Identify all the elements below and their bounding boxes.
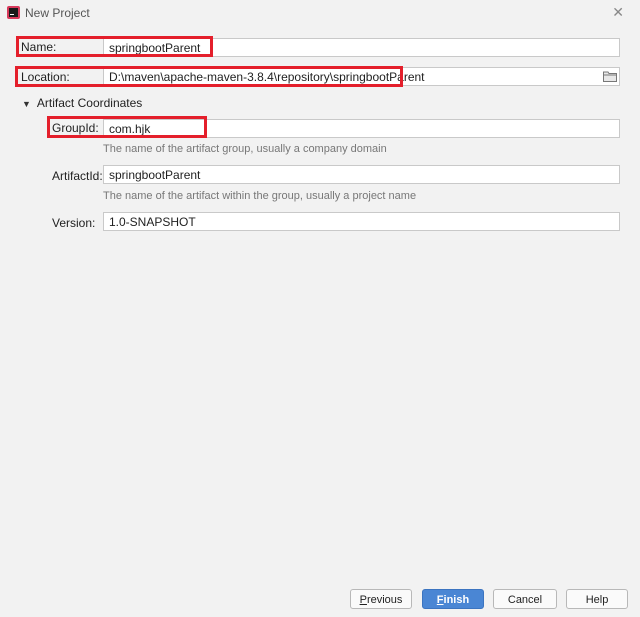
cancel-button[interactable]: Cancel — [493, 589, 557, 609]
artifactid-label: ArtifactId: — [52, 169, 103, 183]
artifactid-input[interactable]: springbootParent — [103, 165, 620, 184]
groupid-input[interactable]: com.hjk — [103, 119, 620, 138]
name-label: Name: — [21, 40, 57, 54]
artifactid-hint: The name of the artifact within the grou… — [103, 190, 417, 202]
finish-mnemonic: F — [436, 594, 444, 606]
collapse-triangle-icon: ▼ — [22, 99, 31, 109]
artifact-coordinates-label: Artifact Coordinates — [36, 96, 143, 110]
close-icon[interactable]: ✕ — [612, 4, 624, 20]
finish-label: inish — [443, 594, 470, 606]
groupid-label: GroupId: — [52, 121, 99, 135]
window-title: New Project — [25, 6, 90, 20]
version-label: Version: — [52, 216, 96, 230]
title-bar: New Project ✕ — [0, 0, 640, 26]
location-label: Location: — [21, 70, 70, 84]
folder-icon[interactable] — [603, 70, 617, 82]
version-input[interactable]: 1.0-SNAPSHOT — [103, 212, 620, 231]
finish-button[interactable]: Finish — [422, 589, 484, 609]
artifact-coordinates-toggle[interactable]: ▼ Artifact Coordinates — [22, 96, 142, 110]
groupid-hint: The name of the artifact group, usually … — [103, 143, 387, 155]
previous-mnemonic: P — [359, 594, 367, 606]
intellij-app-icon — [7, 6, 20, 19]
location-input[interactable]: D:\maven\apache-maven-3.8.4\repository\s… — [103, 67, 620, 86]
previous-button[interactable]: Previous — [350, 589, 412, 609]
name-input[interactable]: springbootParent — [103, 38, 620, 57]
help-button[interactable]: Help — [566, 589, 628, 609]
previous-label: revious — [366, 594, 403, 606]
